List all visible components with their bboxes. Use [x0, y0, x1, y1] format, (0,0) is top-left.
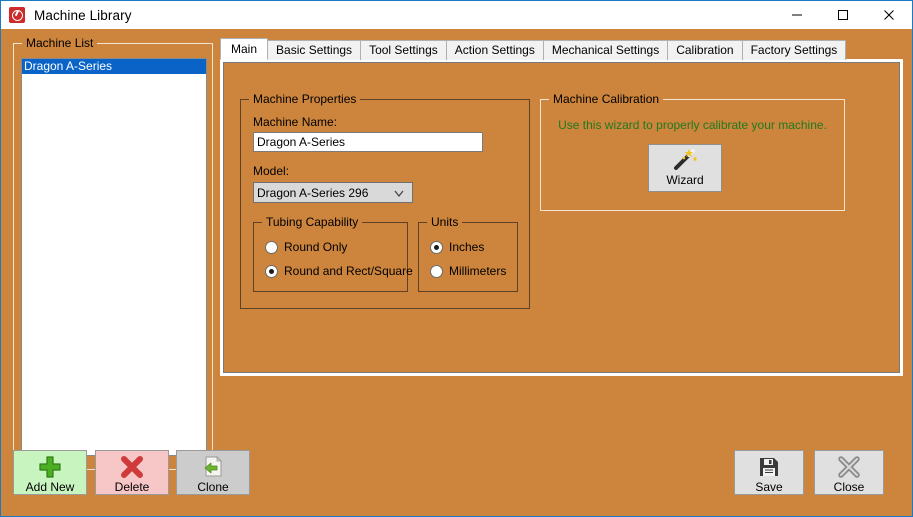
machine-list-group: Machine List Dragon A-Series [13, 36, 213, 470]
close-button[interactable] [866, 1, 912, 29]
x-cross-icon [120, 455, 144, 479]
save-button-label: Save [755, 480, 783, 494]
delete-button-label: Delete [114, 480, 150, 494]
chevron-down-icon [393, 188, 405, 202]
copy-document-icon [201, 455, 225, 479]
app-logo-icon [9, 7, 25, 23]
plus-icon [38, 455, 62, 479]
tab-factory-settings[interactable]: Factory Settings [741, 40, 847, 60]
window-title: Machine Library [34, 7, 132, 23]
machine-name-label: Machine Name: [253, 115, 338, 129]
clone-button-label: Clone [197, 480, 229, 494]
model-label: Model: [253, 164, 290, 178]
close-dialog-button[interactable]: Close [814, 450, 884, 495]
radio-inches[interactable]: Inches [430, 239, 484, 255]
model-dropdown-value: Dragon A-Series 296 [257, 185, 369, 200]
tab-action-settings[interactable]: Action Settings [445, 40, 544, 60]
radio-millimeters-label: Millimeters [449, 264, 507, 278]
radio-circle-selected-icon [430, 240, 443, 254]
radio-round-only-label: Round Only [284, 240, 348, 254]
model-dropdown[interactable]: Dragon A-Series 296 [253, 182, 413, 203]
tab-basic-settings[interactable]: Basic Settings [267, 40, 362, 60]
tab-strip: Main Basic Settings Tool Settings Action… [220, 38, 847, 60]
tab-mechanical-settings[interactable]: Mechanical Settings [542, 40, 669, 60]
tab-calibration[interactable]: Calibration [667, 40, 743, 60]
floppy-disk-icon [758, 455, 780, 479]
clone-button[interactable]: Clone [176, 450, 250, 495]
tab-page-inner-border: Machine Properties Machine Name: Model: … [223, 62, 900, 373]
maximize-button[interactable] [820, 1, 866, 29]
radio-round-and-rect-square-label: Round and Rect/Square [284, 264, 413, 278]
wizard-button-label: Wizard [666, 173, 704, 187]
tab-main[interactable]: Main [220, 38, 269, 60]
save-button[interactable]: Save [734, 450, 804, 495]
tubing-capability-group: Tubing Capability Round Only Round and R… [253, 215, 413, 292]
machine-list-box[interactable]: Dragon A-Series [21, 58, 207, 456]
tab-page-main: Machine Properties Machine Name: Model: … [220, 59, 903, 376]
x-close-icon [837, 455, 861, 479]
machine-calibration-group: Machine Calibration Use this wizard to p… [540, 92, 845, 211]
title-bar: Machine Library [1, 1, 912, 29]
machine-name-input[interactable] [253, 132, 483, 152]
radio-inches-label: Inches [449, 240, 485, 254]
radio-round-only[interactable]: Round Only [265, 239, 347, 255]
machine-properties-group: Machine Properties Machine Name: Model: … [240, 92, 530, 309]
list-item[interactable]: Dragon A-Series [22, 59, 206, 74]
window-controls [774, 1, 912, 29]
machine-properties-group-title: Machine Properties [249, 92, 361, 106]
tubing-capability-group-title: Tubing Capability [262, 215, 363, 229]
radio-millimeters[interactable]: Millimeters [430, 263, 506, 279]
radio-circle-icon [430, 264, 443, 278]
units-group: Units Inches Millimeters [418, 215, 518, 292]
wizard-button[interactable]: Wizard [648, 144, 722, 192]
radio-circle-selected-icon [265, 264, 278, 278]
radio-round-and-rect-square[interactable]: Round and Rect/Square [265, 263, 413, 279]
delete-button[interactable]: Delete [95, 450, 169, 495]
add-new-button[interactable]: Add New [13, 450, 87, 495]
units-group-title: Units [427, 215, 463, 229]
machine-list-group-title: Machine List [22, 36, 98, 50]
radio-circle-icon [265, 240, 278, 254]
calibration-hint-text: Use this wizard to properly calibrate yo… [558, 118, 827, 132]
machine-calibration-group-title: Machine Calibration [549, 92, 664, 106]
tab-tool-settings[interactable]: Tool Settings [360, 40, 447, 60]
magic-wand-icon [670, 148, 700, 172]
close-dialog-button-label: Close [833, 480, 865, 494]
minimize-button[interactable] [774, 1, 820, 29]
machine-library-window: Machine Library Machine List Dragon A-Se… [0, 0, 913, 517]
add-new-button-label: Add New [25, 480, 75, 494]
client-area: Machine List Dragon A-Series Main Basic … [1, 29, 912, 516]
